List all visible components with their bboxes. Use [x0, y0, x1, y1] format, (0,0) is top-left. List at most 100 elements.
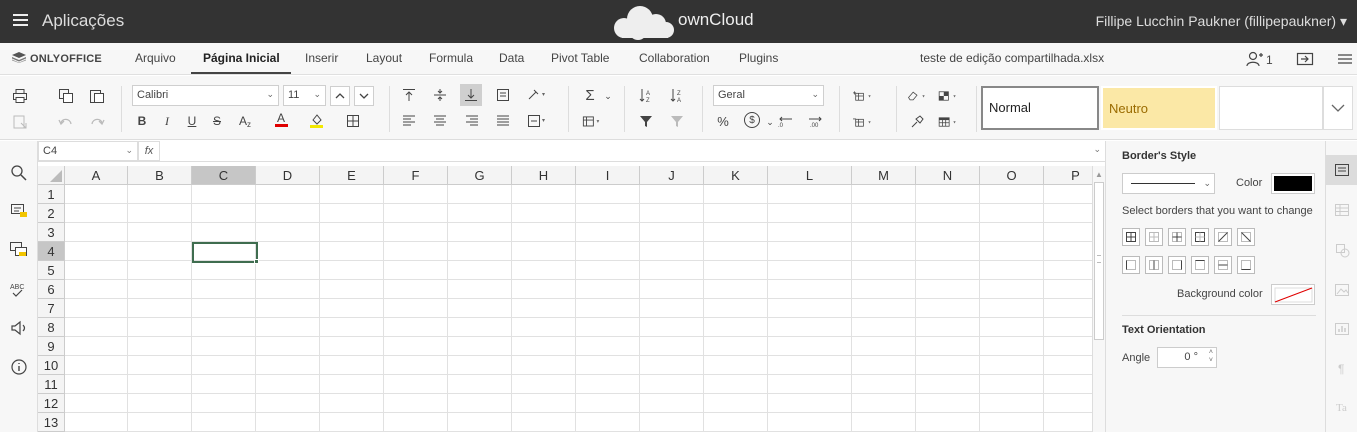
tab-layout[interactable]: Layout [366, 51, 402, 65]
paragraph-settings-icon[interactable]: ¶ [1332, 358, 1352, 378]
clear-filter-icon[interactable] [667, 111, 687, 131]
border-line-style-select[interactable]: ⌄ [1122, 173, 1215, 194]
style-neutro[interactable]: Neutro [1101, 86, 1217, 130]
font-name-select[interactable]: Calibri ⌄ [132, 85, 279, 106]
chat-icon[interactable] [9, 240, 29, 260]
row-header-2[interactable]: 2 [38, 204, 65, 223]
border-right-icon[interactable] [1168, 256, 1186, 274]
border-left-icon[interactable] [1122, 256, 1140, 274]
column-header-m[interactable]: M [852, 166, 916, 185]
row-header-8[interactable]: 8 [38, 318, 65, 337]
hamburger-menu-icon[interactable] [13, 14, 28, 28]
apps-menu-label[interactable]: Aplicações [42, 11, 124, 31]
row-header-1[interactable]: 1 [38, 185, 65, 204]
filter-icon[interactable] [636, 111, 656, 131]
tab-pivot-table[interactable]: Pivot Table [551, 51, 609, 65]
undo-icon[interactable] [56, 112, 76, 132]
sort-ascending-icon[interactable]: AZ [636, 85, 656, 105]
align-middle-icon[interactable] [430, 85, 450, 105]
cell-settings-icon[interactable] [1332, 160, 1352, 180]
more-menu-icon[interactable] [1337, 51, 1355, 67]
column-header-n[interactable]: N [916, 166, 980, 185]
tab-plugins[interactable]: Plugins [739, 51, 778, 65]
clear-icon[interactable] [907, 86, 927, 106]
justify-icon[interactable] [493, 111, 513, 131]
sort-descending-icon[interactable]: ZA [667, 85, 687, 105]
conditional-format-icon[interactable] [938, 86, 958, 106]
copy-icon[interactable] [56, 86, 76, 106]
users-icon[interactable]: 1 [1246, 51, 1276, 67]
row-header-12[interactable]: 12 [38, 394, 65, 413]
strikethrough-button[interactable]: S [207, 111, 227, 131]
bold-button[interactable]: B [132, 111, 152, 131]
column-header-i[interactable]: I [576, 166, 640, 185]
border-bottom-icon[interactable] [1237, 256, 1255, 274]
info-icon[interactable] [9, 357, 29, 377]
comments-icon[interactable] [9, 201, 29, 221]
styles-expand-button[interactable] [1323, 86, 1353, 130]
column-header-a[interactable]: A [65, 166, 128, 185]
column-header-b[interactable]: B [128, 166, 192, 185]
format-as-table-icon[interactable] [938, 112, 958, 132]
row-header-13[interactable]: 13 [38, 413, 65, 432]
save-icon[interactable] [10, 112, 30, 132]
border-top-icon[interactable] [1191, 256, 1209, 274]
italic-button[interactable]: I [157, 111, 177, 131]
spreadsheet-grid[interactable]: ABCDEFGHIJKLMNOP 1 2 3 4 5 6 7 8 9 10 11 12 13 [38, 166, 1092, 432]
image-settings-icon[interactable] [1332, 280, 1352, 300]
align-top-icon[interactable] [399, 85, 419, 105]
column-header-o[interactable]: O [980, 166, 1044, 185]
owncloud-logo-icon[interactable] [610, 4, 680, 40]
search-icon[interactable] [9, 163, 29, 183]
increase-font-button[interactable] [330, 86, 350, 106]
row-header-9[interactable]: 9 [38, 337, 65, 356]
column-header-k[interactable]: K [704, 166, 768, 185]
copy-style-icon[interactable] [907, 112, 927, 132]
wrap-text-icon[interactable] [493, 85, 513, 105]
border-diagonal-up-icon[interactable] [1214, 228, 1232, 246]
open-location-icon[interactable] [1296, 51, 1314, 67]
underline-button[interactable]: U [182, 111, 202, 131]
cell-name-box[interactable]: C4 ⌄ [38, 141, 138, 161]
style-normal[interactable]: Normal [981, 86, 1099, 130]
angle-input[interactable]: 0 ° ˄ ˅ [1157, 347, 1217, 368]
feedback-icon[interactable] [9, 318, 29, 338]
chevron-down-icon[interactable]: ⌄ [598, 86, 618, 106]
insert-function-button[interactable]: fx [138, 141, 160, 161]
border-none-icon[interactable] [1145, 228, 1163, 246]
border-color-picker[interactable] [1271, 173, 1315, 194]
row-header-4[interactable]: 4 [38, 242, 65, 261]
subscript-button[interactable]: Az [235, 111, 255, 131]
row-header-5[interactable]: 5 [38, 261, 65, 280]
column-header-d[interactable]: D [256, 166, 320, 185]
tab-arquivo[interactable]: Arquivo [135, 51, 176, 65]
angle-spinner[interactable]: ˄ ˅ [1209, 349, 1213, 365]
row-header-7[interactable]: 7 [38, 299, 65, 318]
fill-color-icon[interactable] [307, 110, 327, 130]
column-header-j[interactable]: J [640, 166, 704, 185]
paste-icon[interactable] [87, 86, 107, 106]
insert-cells-icon[interactable] [853, 86, 873, 106]
align-left-icon[interactable] [399, 111, 419, 131]
vertical-scrollbar[interactable]: ▲ [1092, 166, 1105, 432]
row-header-11[interactable]: 11 [38, 375, 65, 394]
tab-inserir[interactable]: Inserir [305, 51, 338, 65]
decrease-font-button[interactable] [354, 86, 374, 106]
spellcheck-icon[interactable]: ABC [9, 279, 29, 299]
tab-pagina-inicial[interactable]: Página Inicial [203, 51, 280, 65]
border-inner-horizontal-icon[interactable] [1214, 256, 1232, 274]
style-empty-slot[interactable] [1219, 86, 1323, 130]
align-right-icon[interactable] [462, 111, 482, 131]
border-outer-icon[interactable] [1191, 228, 1209, 246]
number-format-select[interactable]: Geral ⌄ [713, 85, 824, 106]
text-orientation-icon[interactable] [527, 85, 547, 105]
table-settings-icon[interactable] [1332, 200, 1352, 220]
user-menu[interactable]: Fillipe Lucchin Paukner (fillipepaukner)… [1096, 13, 1347, 30]
sum-icon[interactable]: Σ [580, 85, 600, 105]
increase-decimal-icon[interactable]: .00 [806, 111, 826, 131]
tab-formula[interactable]: Formula [429, 51, 473, 65]
font-size-select[interactable]: 11 ⌄ [283, 85, 326, 106]
scroll-up-icon[interactable]: ▲ [1095, 170, 1103, 179]
align-center-icon[interactable] [430, 111, 450, 131]
chart-settings-icon[interactable] [1332, 319, 1352, 339]
